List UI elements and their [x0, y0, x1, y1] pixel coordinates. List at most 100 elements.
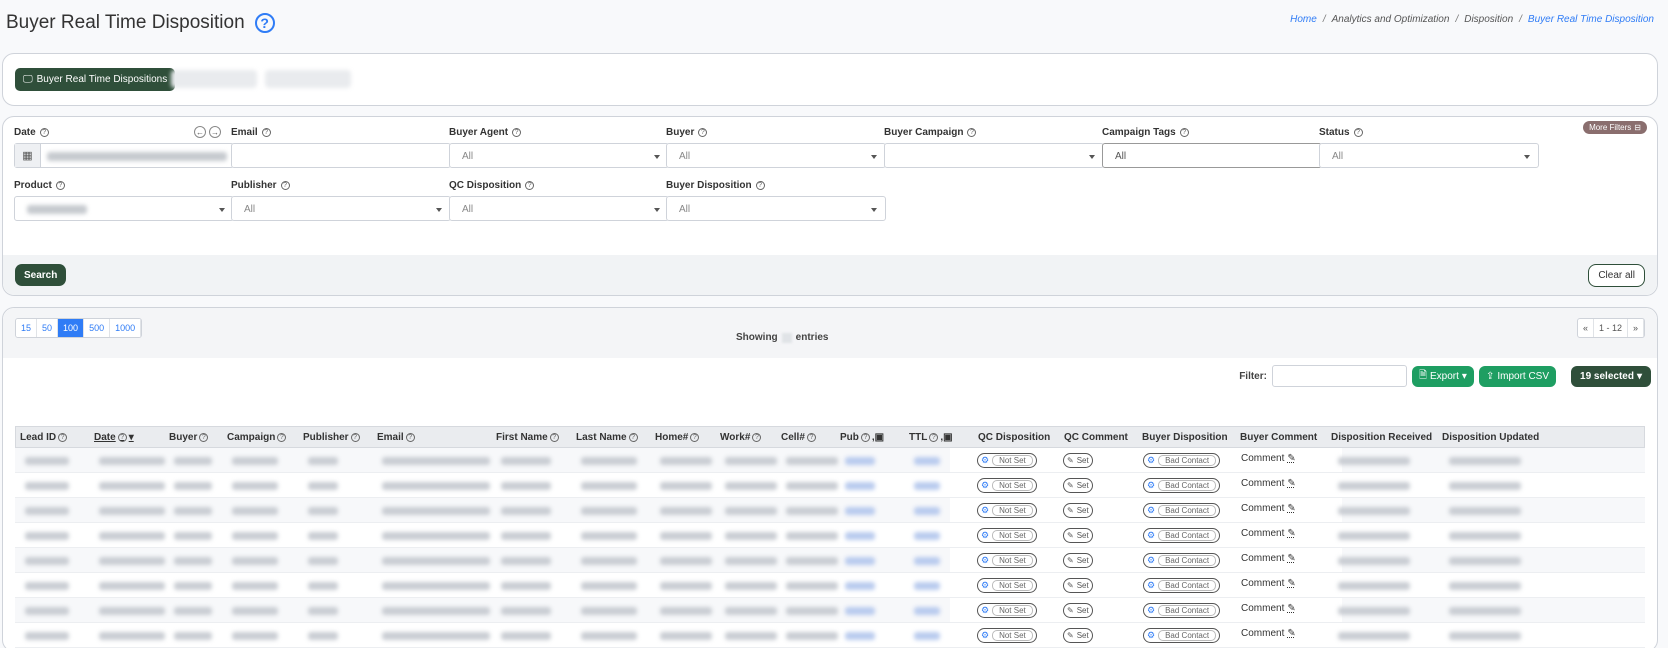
- qc-disposition-cell[interactable]: ⚙ Not Set: [977, 603, 1037, 618]
- qc-disposition-cell[interactable]: ⚙ Not Set: [977, 553, 1037, 568]
- column-header[interactable]: Last Name?: [576, 432, 638, 443]
- buyer-disposition-pill[interactable]: ⚙ Bad Contact: [1143, 603, 1221, 618]
- page-size-1000[interactable]: 1000: [110, 319, 142, 337]
- buyer-comment-cell[interactable]: Comment ✎: [1241, 578, 1296, 589]
- tab-redacted[interactable]: [171, 70, 257, 88]
- qc-comment-cell[interactable]: ✎ Set: [1063, 553, 1093, 568]
- campaign-tags-input[interactable]: All: [1102, 143, 1322, 168]
- buyer-comment-cell[interactable]: Comment ✎: [1241, 628, 1296, 639]
- column-header[interactable]: Pub? ,▣: [840, 432, 884, 443]
- search-button[interactable]: Search: [15, 264, 67, 286]
- pencil-icon[interactable]: ✎: [1287, 528, 1295, 539]
- buyer-disposition-cell[interactable]: ⚙ Bad Contact: [1143, 578, 1221, 593]
- qc-disposition-pill[interactable]: ⚙ Not Set: [977, 453, 1037, 468]
- buyer-select[interactable]: All: [666, 143, 886, 168]
- qc-comment-cell[interactable]: ✎ Set: [1063, 528, 1093, 543]
- buyer-agent-select[interactable]: All: [449, 143, 669, 168]
- breadcrumb-current[interactable]: Buyer Real Time Disposition: [1528, 14, 1654, 25]
- page-size-500[interactable]: 500: [84, 319, 111, 337]
- buyer-disposition-pill[interactable]: ⚙ Bad Contact: [1143, 553, 1221, 568]
- column-header[interactable]: Lead ID?: [20, 432, 68, 443]
- page-size-50[interactable]: 50: [37, 319, 59, 337]
- pencil-icon[interactable]: ✎: [1287, 553, 1295, 564]
- column-header[interactable]: Buyer Disposition: [1142, 432, 1228, 443]
- column-header[interactable]: Publisher?: [303, 432, 360, 443]
- qc-disposition-pill[interactable]: ⚙ Not Set: [977, 578, 1037, 593]
- qc-comment-pill[interactable]: ✎ Set: [1063, 528, 1093, 543]
- buyer-disposition-cell[interactable]: ⚙ Bad Contact: [1143, 628, 1221, 643]
- buyer-disposition-pill[interactable]: ⚙ Bad Contact: [1143, 528, 1221, 543]
- qc-comment-pill[interactable]: ✎ Set: [1063, 478, 1093, 493]
- columns-selected-button[interactable]: 19 selected ▾: [1571, 365, 1651, 387]
- column-header[interactable]: Buyer?: [169, 432, 209, 443]
- clear-all-button[interactable]: Clear all: [1588, 264, 1645, 287]
- sort-desc-icon[interactable]: ▾: [129, 432, 134, 443]
- buyer-disposition-cell[interactable]: ⚙ Bad Contact: [1143, 603, 1221, 618]
- pencil-icon[interactable]: ✎: [1287, 578, 1295, 589]
- buyer-comment-cell[interactable]: Comment ✎: [1241, 553, 1296, 564]
- buyer-disposition-cell[interactable]: ⚙ Bad Contact: [1143, 553, 1221, 568]
- pencil-icon[interactable]: ✎: [1287, 478, 1295, 489]
- qc-disposition-pill[interactable]: ⚙ Not Set: [977, 553, 1037, 568]
- column-header[interactable]: QC Disposition: [978, 432, 1050, 443]
- buyer-comment-cell[interactable]: Comment ✎: [1241, 503, 1296, 514]
- table-row[interactable]: ⚙ Not Set ✎ Set ⚙ Bad Contact Comment ✎: [15, 473, 1645, 498]
- pager-prev[interactable]: «: [1578, 319, 1594, 337]
- qc-disposition-pill[interactable]: ⚙ Not Set: [977, 478, 1037, 493]
- buyer-disposition-pill[interactable]: ⚙ Bad Contact: [1143, 503, 1221, 518]
- buyer-disposition-cell[interactable]: ⚙ Bad Contact: [1143, 503, 1221, 518]
- buyer-disposition-cell[interactable]: ⚙ Bad Contact: [1143, 478, 1221, 493]
- qc-comment-cell[interactable]: ✎ Set: [1063, 503, 1093, 518]
- qc-comment-cell[interactable]: ✎ Set: [1063, 453, 1093, 468]
- qc-comment-pill[interactable]: ✎ Set: [1063, 453, 1093, 468]
- column-header[interactable]: Cell#?: [781, 432, 816, 443]
- column-header[interactable]: Disposition Updated: [1442, 432, 1539, 443]
- qc-comment-cell[interactable]: ✎ Set: [1063, 478, 1093, 493]
- buyer-campaign-select[interactable]: [884, 143, 1104, 168]
- column-header[interactable]: Home#?: [655, 432, 700, 443]
- column-header[interactable]: Campaign?: [227, 432, 287, 443]
- qc-disposition-pill[interactable]: ⚙ Not Set: [977, 628, 1037, 643]
- column-header[interactable]: Work#?: [720, 432, 762, 443]
- product-select[interactable]: [14, 196, 234, 221]
- buyer-comment-cell[interactable]: Comment ✎: [1241, 478, 1296, 489]
- tab-redacted[interactable]: [265, 70, 351, 88]
- qc-disposition-pill[interactable]: ⚙ Not Set: [977, 603, 1037, 618]
- column-header[interactable]: TTL? ,▣: [909, 432, 953, 443]
- import-csv-button[interactable]: ⇪ Import CSV: [1478, 365, 1557, 387]
- table-row[interactable]: ⚙ Not Set ✎ Set ⚙ Bad Contact Comment ✎: [15, 523, 1645, 548]
- buyer-disposition-pill[interactable]: ⚙ Bad Contact: [1143, 478, 1221, 493]
- tab-buyer-real-time-dispositions[interactable]: 🖵 Buyer Real Time Dispositions: [15, 68, 176, 91]
- email-field[interactable]: [231, 143, 451, 168]
- table-row[interactable]: ⚙ Not Set ✎ Set ⚙ Bad Contact Comment ✎: [15, 623, 1645, 648]
- page-size-100[interactable]: 100: [58, 319, 85, 337]
- date-range-input[interactable]: ▦: [14, 143, 234, 168]
- column-header[interactable]: Date? ▾: [94, 432, 134, 443]
- status-select[interactable]: All: [1319, 143, 1539, 168]
- qc-disposition-pill[interactable]: ⚙ Not Set: [977, 503, 1037, 518]
- buyer-comment-cell[interactable]: Comment ✎: [1241, 528, 1296, 539]
- help-icon[interactable]: ?: [254, 13, 275, 33]
- column-header[interactable]: QC Comment: [1064, 432, 1128, 443]
- qc-comment-pill[interactable]: ✎ Set: [1063, 503, 1093, 518]
- pager-range[interactable]: 1 - 12: [1594, 319, 1628, 337]
- column-header[interactable]: Disposition Received: [1331, 432, 1432, 443]
- buyer-disposition-cell[interactable]: ⚙ Bad Contact: [1143, 453, 1221, 468]
- column-header[interactable]: Email?: [377, 432, 415, 443]
- qc-disposition-cell[interactable]: ⚙ Not Set: [977, 503, 1037, 518]
- column-toggle-icon[interactable]: ,▣: [872, 432, 884, 443]
- qc-comment-pill[interactable]: ✎ Set: [1063, 578, 1093, 593]
- pencil-icon[interactable]: ✎: [1287, 628, 1295, 639]
- breadcrumb-home[interactable]: Home: [1290, 14, 1317, 25]
- buyer-comment-cell[interactable]: Comment ✎: [1241, 453, 1296, 464]
- qc-comment-cell[interactable]: ✎ Set: [1063, 578, 1093, 593]
- table-row[interactable]: ⚙ Not Set ✎ Set ⚙ Bad Contact Comment ✎: [15, 598, 1645, 623]
- pager-next[interactable]: »: [1628, 319, 1644, 337]
- page-size-15[interactable]: 15: [16, 319, 38, 337]
- arrow-left-icon[interactable]: ←: [194, 126, 206, 138]
- pencil-icon[interactable]: ✎: [1287, 603, 1295, 614]
- buyer-disposition-select[interactable]: All: [666, 196, 886, 221]
- qc-comment-pill[interactable]: ✎ Set: [1063, 628, 1093, 643]
- qc-disposition-cell[interactable]: ⚙ Not Set: [977, 453, 1037, 468]
- column-header[interactable]: First Name?: [496, 432, 559, 443]
